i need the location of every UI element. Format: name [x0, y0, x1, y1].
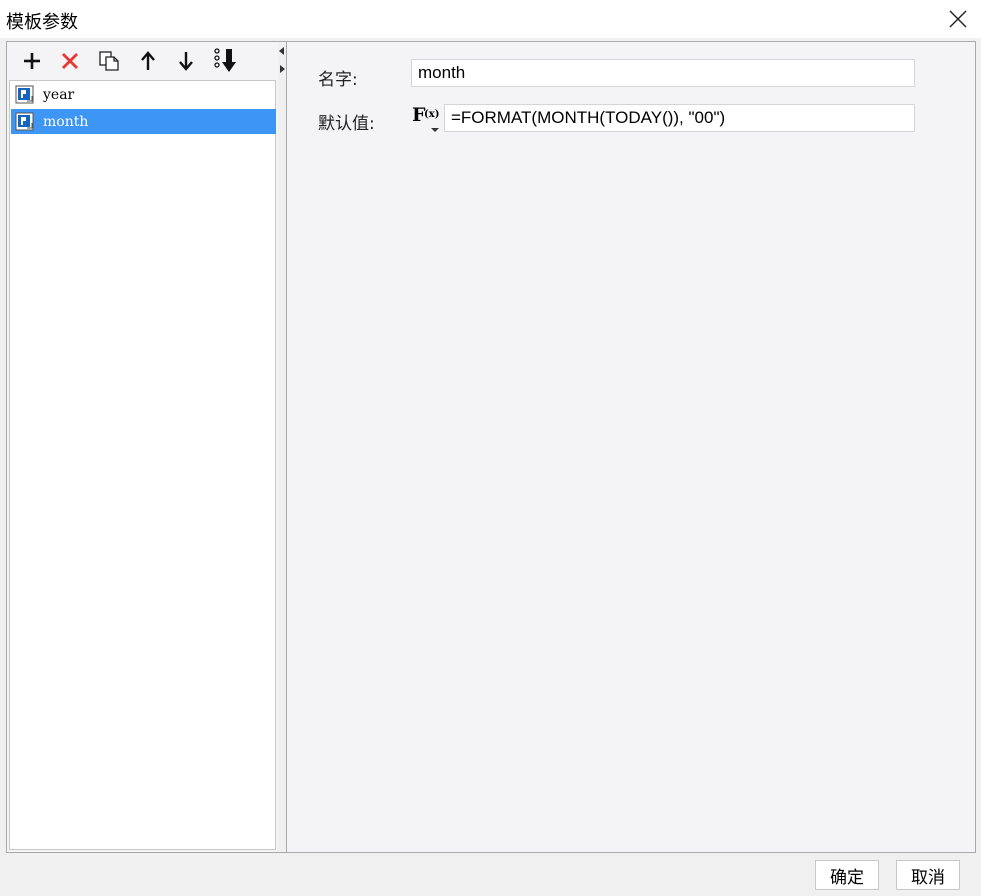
expand-right-icon[interactable]: [279, 65, 285, 73]
close-icon: [949, 10, 967, 28]
delete-x-icon: [62, 53, 78, 69]
list-item[interactable]: year: [11, 82, 276, 107]
parameter-name: month: [43, 113, 89, 130]
formula-editor-button[interactable]: F (x): [412, 104, 440, 138]
parameter-list: year month: [9, 80, 276, 850]
copy-icon: [99, 51, 119, 71]
dialog-title: 模板参数: [6, 12, 78, 33]
plus-icon: [24, 53, 40, 69]
panel-splitter[interactable]: [278, 42, 287, 852]
default-value-label: 默认值:: [318, 114, 375, 134]
close-button[interactable]: [941, 2, 975, 36]
chevron-down-icon: [431, 128, 439, 132]
formula-x-glyph: (x): [424, 109, 440, 120]
title-bar: 模板参数: [0, 0, 981, 38]
delete-parameter-button[interactable]: [57, 48, 83, 74]
default-value-field[interactable]: =FORMAT(MONTH(TODAY()), "00"): [444, 104, 915, 132]
collapse-left-icon[interactable]: [279, 47, 285, 55]
arrow-up-icon: [141, 51, 155, 70]
ok-button[interactable]: 确定: [815, 860, 879, 890]
parameter-icon: [15, 85, 34, 103]
move-down-button[interactable]: [173, 48, 199, 74]
parameter-name: year: [43, 86, 75, 103]
parameter-detail-panel: 名字: month 默认值: F (x) =FORMAT(MONTH(TODAY…: [288, 42, 975, 852]
cancel-button[interactable]: 取消: [896, 860, 960, 890]
sort-down-icon: [214, 48, 236, 72]
template-parameters-dialog: 模板参数 year month 名字: month 默认值: F (x) =FO…: [0, 0, 981, 896]
main-frame: year month 名字: month 默认值: F (x) =FORMAT(…: [6, 41, 976, 853]
move-up-button[interactable]: [135, 48, 161, 74]
name-label: 名字:: [318, 70, 358, 90]
move-to-bottom-button[interactable]: [211, 48, 241, 74]
add-parameter-button[interactable]: [19, 48, 45, 74]
arrow-down-icon: [179, 52, 193, 71]
name-field[interactable]: month: [411, 59, 915, 87]
parameter-toolbar: [7, 42, 278, 80]
parameter-list-panel: year month: [7, 42, 278, 852]
copy-parameter-button[interactable]: [96, 48, 122, 74]
list-item[interactable]: month: [11, 109, 276, 134]
parameter-icon: [15, 112, 34, 130]
